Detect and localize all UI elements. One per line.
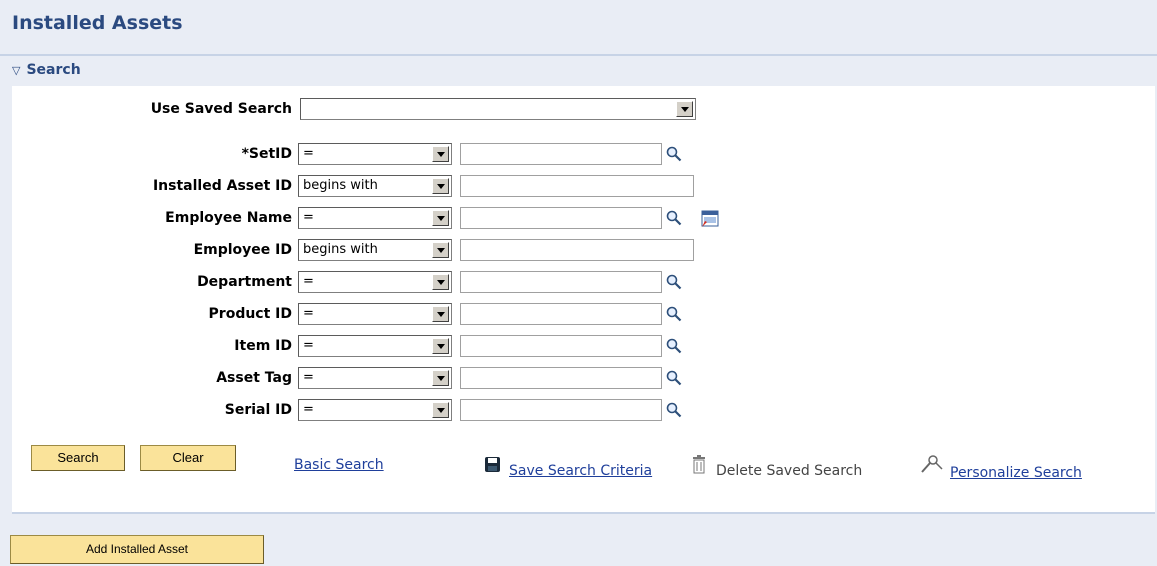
asset-tag-label: Asset Tag <box>216 370 292 386</box>
employee-id-label: Employee ID <box>193 242 292 258</box>
department-operator-select[interactable]: = <box>298 271 452 293</box>
lookup-magnifier-icon[interactable] <box>666 210 682 226</box>
asset-tag-operator-select[interactable]: = <box>298 367 452 389</box>
dropdown-arrow-icon[interactable] <box>432 274 449 290</box>
serial-id-input[interactable] <box>460 399 662 421</box>
save-search-criteria-link[interactable]: Save Search Criteria <box>509 463 652 479</box>
section-title: Search <box>26 62 81 78</box>
basic-search-link[interactable]: Basic Search <box>294 457 384 473</box>
collapse-triangle-icon[interactable]: ▽ <box>12 64 20 77</box>
department-input[interactable] <box>460 271 662 293</box>
trash-can-icon <box>693 455 705 474</box>
saved-search-label: Use Saved Search <box>150 101 292 117</box>
product-id-operator-select[interactable]: = <box>298 303 452 325</box>
add-installed-asset-button[interactable]: Add Installed Asset <box>10 535 264 564</box>
installed-asset-id-input[interactable] <box>460 175 694 197</box>
employee-name-operator-select[interactable]: = <box>298 207 452 229</box>
setid-label: *SetID <box>241 146 292 162</box>
lookup-magnifier-icon[interactable] <box>666 146 682 162</box>
product-id-input[interactable] <box>460 303 662 325</box>
item-id-label: Item ID <box>234 338 292 354</box>
item-id-operator-select[interactable]: = <box>298 335 452 357</box>
employee-id-input[interactable] <box>460 239 694 261</box>
clear-button[interactable]: Clear <box>140 445 236 471</box>
dropdown-arrow-icon[interactable] <box>432 178 449 194</box>
lookup-magnifier-icon[interactable] <box>666 274 682 290</box>
dropdown-arrow-icon[interactable] <box>432 402 449 418</box>
employee-name-label: Employee Name <box>165 210 292 226</box>
department-label: Department <box>197 274 292 290</box>
dropdown-arrow-icon[interactable] <box>432 306 449 322</box>
installed-asset-id-operator-select[interactable]: begins with <box>298 175 452 197</box>
calendar-icon[interactable] <box>701 210 719 228</box>
search-button[interactable]: Search <box>31 445 125 471</box>
setid-operator-select[interactable]: = <box>298 143 452 165</box>
search-section-header[interactable]: ▽ Search <box>0 54 1157 84</box>
dropdown-arrow-icon[interactable] <box>432 338 449 354</box>
product-id-label: Product ID <box>208 306 292 322</box>
serial-id-label: Serial ID <box>224 402 292 418</box>
serial-id-operator-select[interactable]: = <box>298 399 452 421</box>
save-disk-icon[interactable] <box>484 456 501 473</box>
dropdown-arrow-icon[interactable] <box>432 370 449 386</box>
delete-saved-search-text: Delete Saved Search <box>716 463 863 479</box>
employee-id-operator-select[interactable]: begins with <box>298 239 452 261</box>
asset-tag-input[interactable] <box>460 367 662 389</box>
dropdown-arrow-icon[interactable] <box>432 242 449 258</box>
lookup-magnifier-icon[interactable] <box>666 338 682 354</box>
installed-asset-id-label: Installed Asset ID <box>152 178 292 194</box>
lookup-magnifier-icon[interactable] <box>666 306 682 322</box>
lookup-magnifier-icon[interactable] <box>666 370 682 386</box>
setid-input[interactable] <box>460 143 662 165</box>
dropdown-arrow-icon[interactable] <box>432 210 449 226</box>
dropdown-arrow-icon[interactable] <box>432 146 449 162</box>
lookup-magnifier-icon[interactable] <box>666 402 682 418</box>
personalize-tools-icon <box>921 455 943 473</box>
personalize-search-link[interactable]: Personalize Search <box>950 465 1082 481</box>
page-title: Installed Assets <box>12 12 183 34</box>
saved-search-dropdown[interactable] <box>300 98 696 120</box>
item-id-input[interactable] <box>460 335 662 357</box>
dropdown-arrow-icon[interactable] <box>676 101 693 117</box>
employee-name-input[interactable] <box>460 207 662 229</box>
